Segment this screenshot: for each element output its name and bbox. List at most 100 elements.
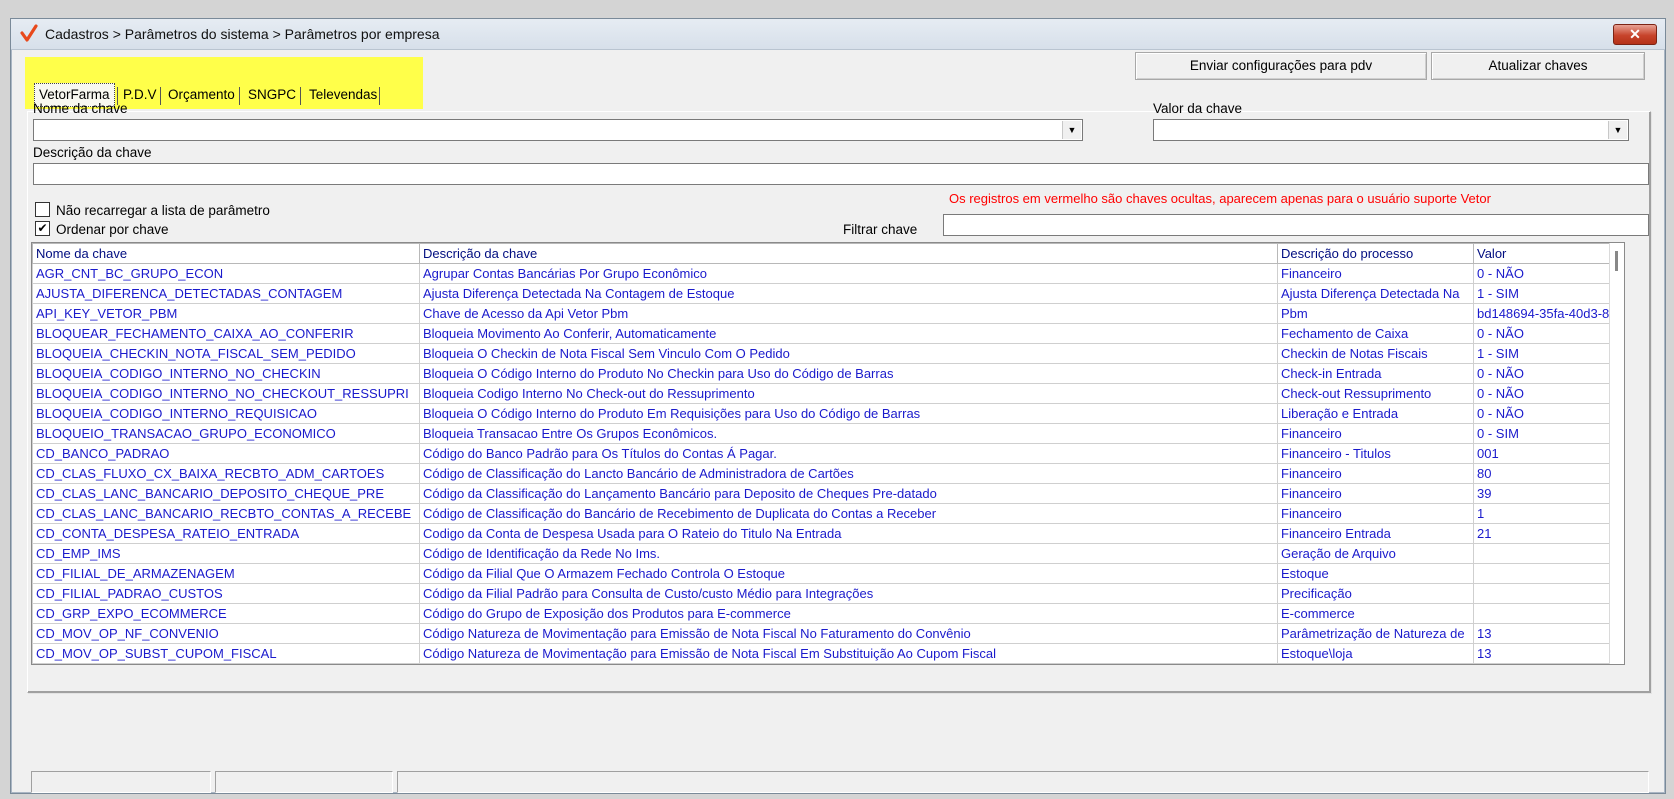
cell-value: 13 bbox=[1473, 643, 1611, 664]
cell-key-description: Código da Filial Padrão para Consulta de… bbox=[419, 583, 1278, 604]
cell-key-description: Bloqueia Codigo Interno No Check-out do … bbox=[419, 383, 1278, 404]
cell-key-description: Código da Filial Que O Armazem Fechado C… bbox=[419, 563, 1278, 584]
cell-value: 21 bbox=[1473, 523, 1611, 544]
chevron-down-icon[interactable]: ▼ bbox=[1062, 121, 1081, 139]
cell-value bbox=[1473, 663, 1611, 664]
checkmark-logo-icon bbox=[20, 24, 38, 42]
tab-sngpc[interactable]: SNGPC bbox=[244, 83, 300, 107]
table-row[interactable]: CD_CONTA_DESPESA_RATEIO_ENTRADA Codigo da… bbox=[32, 523, 1611, 544]
cell-process-description: Financeiro bbox=[1277, 503, 1474, 524]
table-row[interactable]: CD_EMP_IMS Código de Identificação da Red… bbox=[32, 543, 1611, 564]
scrollbar-thumb[interactable] bbox=[1615, 251, 1618, 271]
cell-value: 1 bbox=[1473, 503, 1611, 524]
parameters-grid[interactable]: Nome da chave Descrição da chave Descriç… bbox=[31, 242, 1625, 665]
close-button[interactable]: ✕ bbox=[1613, 24, 1657, 45]
table-row[interactable]: CD_MOV_OP_NF_CONVENIO Código Natureza de … bbox=[32, 623, 1611, 644]
cell-key-description: Código da Classificação do Lançamento Ba… bbox=[419, 483, 1278, 504]
update-keys-button[interactable]: Atualizar chaves bbox=[1431, 52, 1645, 80]
key-description-label: Descrição da chave bbox=[33, 145, 152, 160]
vertical-scrollbar[interactable] bbox=[1609, 243, 1624, 664]
table-row[interactable]: BLOQUEIO_TRANSACAO_GRUPO_ECONOMICO Bloque… bbox=[32, 423, 1611, 444]
sort-by-key-label: Ordenar por chave bbox=[56, 222, 169, 237]
cell-process-description: Estoque bbox=[1277, 663, 1474, 664]
table-row[interactable]: CD_CLAS_FLUXO_CX_BAIXA_RECBTO_ADM_CARTOE… bbox=[32, 463, 1611, 484]
key-value-label: Valor da chave bbox=[1153, 101, 1243, 116]
cell-key-name: CD_EMP_IMS bbox=[32, 543, 420, 564]
cell-key-name: BLOQUEIO_TRANSACAO_GRUPO_ECONOMICO bbox=[32, 423, 420, 444]
cell-key-description: Codigo da Conta de Despesa Usada para O … bbox=[419, 523, 1278, 544]
cell-key-description: Código Natureza de Movimentação para Emi… bbox=[419, 643, 1278, 664]
key-value-dropdown[interactable]: ▼ bbox=[1153, 119, 1629, 141]
column-header-key-description[interactable]: Descrição da chave bbox=[419, 243, 1278, 264]
cell-key-name: CD_BANCO_PADRAO bbox=[32, 443, 420, 464]
table-row[interactable]: BLOQUEAR_FECHAMENTO_CAIXA_AO_CONFERIR Blo… bbox=[32, 323, 1611, 344]
tab-separator bbox=[160, 87, 161, 105]
parameters-table: Nome da chave Descrição da chave Descriç… bbox=[32, 243, 1611, 664]
cell-process-description: Geração de Arquivo bbox=[1277, 543, 1474, 564]
cell-value: 0 - SIM bbox=[1473, 423, 1611, 444]
cell-key-description: Código de Classificação do Bancário de R… bbox=[419, 503, 1278, 524]
cell-value bbox=[1473, 563, 1611, 584]
cell-key-description: Bloqueia Movimento Ao Conferir, Automati… bbox=[419, 323, 1278, 344]
cell-value: 0 - NÃO bbox=[1473, 323, 1611, 344]
table-body: AGR_CNT_BC_GRUPO_ECON Agrupar Contas Banc… bbox=[32, 263, 1611, 664]
cell-key-description: Bloqueia O Checkin de Nota Fiscal Sem Vi… bbox=[419, 343, 1278, 364]
table-row[interactable]: BLOQUEIA_CODIGO_INTERNO_NO_CHECKOUT_RESS… bbox=[32, 383, 1611, 404]
cell-key-name: AJUSTA_DIFERENCA_DETECTADAS_CONTAGEM bbox=[32, 283, 420, 304]
table-row[interactable]: CD_NT_MOV_ENTRADA_RETORNO_ARMAZENAGEMCód… bbox=[32, 663, 1611, 664]
cell-process-description: Financeiro - Titulos bbox=[1277, 443, 1474, 464]
table-row[interactable]: AJUSTA_DIFERENCA_DETECTADAS_CONTAGEM Ajus… bbox=[32, 283, 1611, 304]
cell-key-name: API_KEY_VETOR_PBM bbox=[32, 303, 420, 324]
key-description-input[interactable] bbox=[33, 163, 1649, 185]
column-header-key-name[interactable]: Nome da chave bbox=[32, 243, 420, 264]
cell-value: 13 bbox=[1473, 623, 1611, 644]
cell-value: 1 - SIM bbox=[1473, 283, 1611, 304]
cell-process-description: Financeiro bbox=[1277, 463, 1474, 484]
table-row[interactable]: CD_CLAS_LANC_BANCARIO_RECBTO_CONTAS_A_RE… bbox=[32, 503, 1611, 524]
cell-value: 39 bbox=[1473, 483, 1611, 504]
parameters-window: Cadastros > Parâmetros do sistema > Parâ… bbox=[10, 18, 1666, 794]
table-row[interactable]: AGR_CNT_BC_GRUPO_ECON Agrupar Contas Banc… bbox=[32, 263, 1611, 284]
table-row[interactable]: BLOQUEIA_CHECKIN_NOTA_FISCAL_SEM_PEDIDO B… bbox=[32, 343, 1611, 364]
tab-orcamento[interactable]: Orçamento bbox=[164, 83, 239, 107]
no-reload-checkbox[interactable] bbox=[35, 202, 50, 217]
table-row[interactable]: BLOQUEIA_CODIGO_INTERNO_REQUISICAO Bloque… bbox=[32, 403, 1611, 424]
cell-key-description: Ajusta Diferença Detectada Na Contagem d… bbox=[419, 283, 1278, 304]
column-header-value[interactable]: Valor bbox=[1473, 243, 1611, 264]
cell-key-name: BLOQUEAR_FECHAMENTO_CAIXA_AO_CONFERIR bbox=[32, 323, 420, 344]
status-panel bbox=[397, 771, 1649, 793]
cell-value bbox=[1473, 583, 1611, 604]
table-row[interactable]: API_KEY_VETOR_PBM Chave de Acesso da Api … bbox=[32, 303, 1611, 324]
key-name-dropdown[interactable]: ▼ bbox=[33, 119, 1083, 141]
table-row[interactable]: CD_GRP_EXPO_ECOMMERCE Código do Grupo de … bbox=[32, 603, 1611, 624]
cell-process-description: Parâmetrização de Natureza de bbox=[1277, 623, 1474, 644]
send-config-button[interactable]: Enviar configurações para pdv bbox=[1135, 52, 1427, 80]
key-name-label: Nome da chave bbox=[33, 101, 128, 116]
window-title: Cadastros > Parâmetros do sistema > Parâ… bbox=[45, 26, 440, 42]
filter-key-input[interactable] bbox=[943, 214, 1649, 236]
cell-value: 1 - SIM bbox=[1473, 343, 1611, 364]
cell-process-description: Estoque\loja bbox=[1277, 643, 1474, 664]
cell-value: 001 bbox=[1473, 443, 1611, 464]
cell-key-name: CD_CLAS_LANC_BANCARIO_RECBTO_CONTAS_A_RE… bbox=[32, 503, 420, 524]
cell-value: 80 bbox=[1473, 463, 1611, 484]
cell-key-name: CD_GRP_EXPO_ECOMMERCE bbox=[32, 603, 420, 624]
cell-process-description: Financeiro Entrada bbox=[1277, 523, 1474, 544]
filter-key-label: Filtrar chave bbox=[843, 222, 918, 237]
cell-process-description: Fechamento de Caixa bbox=[1277, 323, 1474, 344]
table-row[interactable]: CD_MOV_OP_SUBST_CUPOM_FISCAL Código Natur… bbox=[32, 643, 1611, 664]
chevron-down-icon[interactable]: ▼ bbox=[1608, 121, 1627, 139]
sort-by-key-checkbox[interactable]: ✔ bbox=[35, 221, 50, 236]
table-row[interactable]: CD_CLAS_LANC_BANCARIO_DEPOSITO_CHEQUE_PR… bbox=[32, 483, 1611, 504]
table-row[interactable]: BLOQUEIA_CODIGO_INTERNO_NO_CHECKIN Bloque… bbox=[32, 363, 1611, 384]
table-row[interactable]: CD_BANCO_PADRAO Código do Banco Padrão pa… bbox=[32, 443, 1611, 464]
cell-key-name: CD_FILIAL_PADRAO_CUSTOS bbox=[32, 583, 420, 604]
no-reload-label: Não recarregar a lista de parâmetro bbox=[56, 203, 270, 218]
table-row[interactable]: CD_FILIAL_PADRAO_CUSTOS Código da Filial … bbox=[32, 583, 1611, 604]
cell-key-description: Código Natureza de Movimentação para Emi… bbox=[419, 623, 1278, 644]
tab-televendas[interactable]: Televendas bbox=[305, 83, 381, 107]
cell-key-name: CD_NT_MOV_ENTRADA_RETORNO_ARMAZENAGEM bbox=[32, 663, 420, 664]
tab-separator bbox=[300, 87, 301, 105]
column-header-process-description[interactable]: Descrição do processo bbox=[1277, 243, 1474, 264]
table-row[interactable]: CD_FILIAL_DE_ARMAZENAGEM Código da Filial… bbox=[32, 563, 1611, 584]
